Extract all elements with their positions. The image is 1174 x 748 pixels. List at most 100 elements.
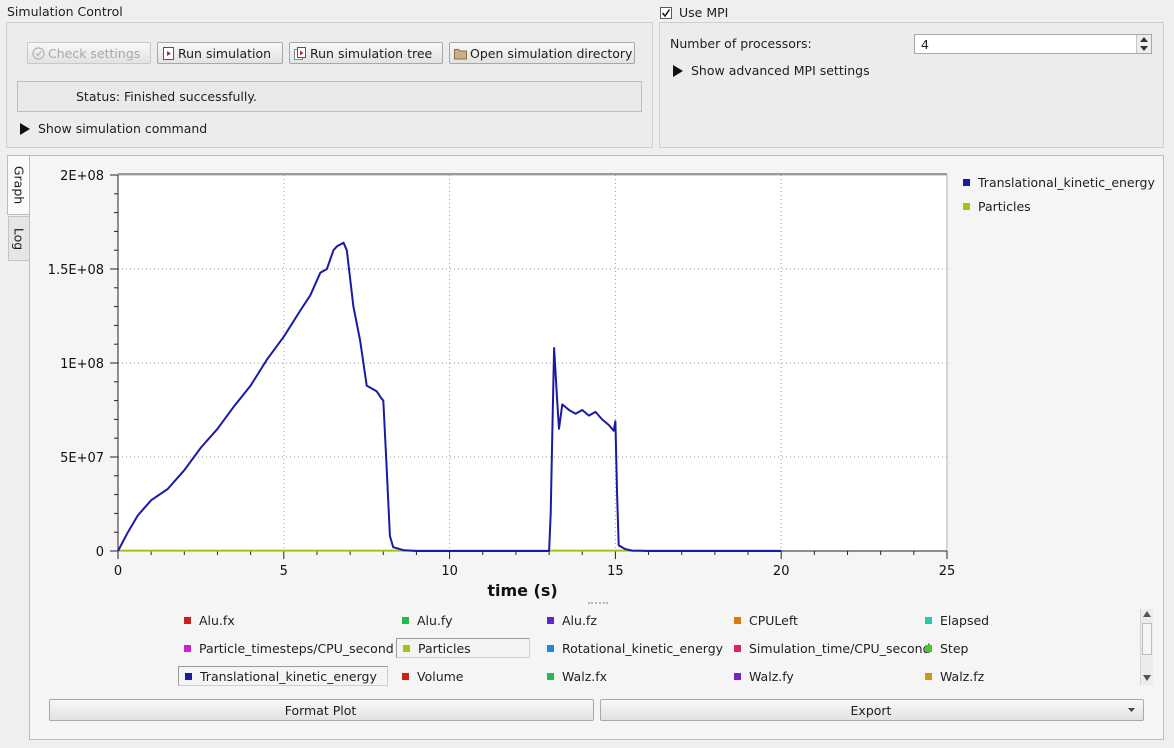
legend-swatch [963, 203, 970, 210]
num-processors-spinbox[interactable]: 4 [914, 34, 1152, 54]
variable-item[interactable]: Volume [396, 666, 470, 686]
variable-item[interactable]: Particles [396, 638, 530, 658]
num-processors-value: 4 [921, 37, 929, 52]
check-settings-label: Check settings [48, 45, 141, 61]
plot-legend-item: Translational_kinetic_energy [963, 175, 1155, 190]
open-directory-label: Open simulation directory [470, 45, 633, 61]
variable-item[interactable]: Walz.fy [728, 666, 800, 686]
tab-graph-label: Graph [11, 165, 27, 205]
legend-label: Translational_kinetic_energy [978, 175, 1155, 190]
y-tick-label: 1E+08 [60, 357, 104, 372]
use-mpi-label: Use MPI [679, 5, 729, 20]
variable-swatch [925, 616, 932, 624]
variable-swatch [925, 644, 932, 652]
plot-legend-item: Particles [963, 199, 1031, 214]
check-mark-icon [661, 8, 671, 17]
variable-label: Walz.fy [749, 668, 794, 684]
export-label: Export [850, 702, 892, 718]
variable-label: Volume [417, 668, 464, 684]
run-simulation-label: Run simulation [178, 45, 272, 61]
export-button[interactable]: Export [600, 699, 1144, 721]
splitter-handle[interactable] [588, 602, 608, 607]
show-command-toggle[interactable]: Show simulation command [20, 121, 207, 136]
variable-swatch [402, 672, 409, 680]
status-text: Status: Finished successfully. [76, 89, 257, 104]
y-tick-label: 2E+08 [60, 169, 104, 184]
variable-item[interactable]: CPULeft [728, 610, 804, 630]
variable-label: Elapsed [940, 612, 990, 628]
variable-label: Alu.fz [562, 612, 597, 628]
mpi-group: Number of processors: 4 Show advanced MP… [659, 22, 1164, 148]
x-tick-label: 25 [939, 564, 956, 579]
variable-item[interactable]: Alu.fz [541, 610, 603, 630]
variable-item[interactable]: Step [919, 638, 974, 658]
variable-label: Walz.fz [940, 668, 985, 684]
y-tick-label: 1.5E+08 [48, 263, 104, 278]
variable-list: Alu.fx Alu.fy Alu.fz CPULeft Elapsed Particle… [178, 608, 1138, 688]
tab-log-label: Log [11, 227, 27, 250]
variable-swatch [184, 616, 191, 624]
variable-list-scrollbar[interactable] [1140, 609, 1153, 685]
variable-swatch [547, 616, 554, 624]
sim-control-title: Simulation Control [7, 4, 123, 19]
expand-arrow-icon [20, 122, 30, 135]
variable-item[interactable]: Elapsed [919, 610, 995, 630]
format-plot-button[interactable]: Format Plot [49, 699, 594, 721]
variable-label: Alu.fx [199, 612, 235, 628]
tab-log[interactable]: Log [8, 216, 29, 261]
variable-label: Particles [418, 640, 471, 656]
dropdown-arrow-icon [1128, 708, 1135, 712]
x-axis-label: time (s) [487, 581, 557, 600]
settings-check-icon [32, 46, 45, 60]
check-settings-button[interactable]: Check settings [27, 42, 151, 64]
variable-item[interactable]: Rotational_kinetic_energy [541, 638, 729, 658]
variable-item[interactable]: Alu.fy [396, 610, 459, 630]
variable-item[interactable]: Walz.fz [919, 666, 990, 686]
variable-swatch [547, 644, 554, 652]
variable-label: Particle_timesteps/CPU_second [199, 640, 394, 656]
show-command-label: Show simulation command [38, 121, 208, 136]
checkbox-box [660, 6, 672, 19]
variable-label: Step [940, 640, 969, 656]
spin-buttons[interactable] [1136, 35, 1151, 53]
variable-swatch [547, 672, 554, 680]
x-tick-label: 20 [773, 564, 790, 579]
variable-swatch [734, 616, 741, 624]
variable-swatch [185, 672, 192, 680]
show-advanced-mpi-toggle[interactable]: Show advanced MPI settings [673, 63, 870, 78]
variable-label: Translational_kinetic_energy [200, 668, 377, 684]
scrollbar-thumb[interactable] [1142, 623, 1152, 655]
variable-label: CPULeft [749, 612, 798, 628]
open-directory-button[interactable]: Open simulation directory [449, 42, 635, 64]
variable-item[interactable]: Walz.fx [541, 666, 613, 686]
spin-up-icon[interactable] [1140, 37, 1148, 42]
legend-label: Particles [978, 199, 1031, 214]
variable-swatch [734, 672, 741, 680]
scroll-down-icon[interactable] [1143, 675, 1151, 681]
sim-control-group: Check settings Run simulation Run simula… [6, 22, 653, 148]
x-tick-label: 5 [280, 564, 288, 579]
folder-icon [454, 48, 467, 59]
run-simulation-tree-button[interactable]: Run simulation tree [289, 42, 443, 64]
use-mpi-checkbox[interactable]: Use MPI [660, 5, 728, 20]
variable-item[interactable]: Particle_timesteps/CPU_second [178, 638, 400, 658]
variable-item[interactable]: Alu.fx [178, 610, 241, 630]
variable-label: Alu.fy [417, 612, 453, 628]
variable-item[interactable]: Translational_kinetic_energy [178, 666, 388, 686]
variable-swatch [925, 672, 932, 680]
num-processors-label: Number of processors: [670, 36, 812, 51]
plot[interactable]: 0 5 10 15 20 25 0 5E+07 1E+08 1.5E+08 2E+08 time (s… [30, 160, 960, 610]
x-tick-label: 0 [114, 564, 122, 579]
tab-graph[interactable]: Graph [7, 155, 30, 215]
run-file-icon [163, 46, 174, 60]
variable-label: Walz.fx [562, 668, 608, 684]
x-tick-label: 10 [441, 564, 458, 579]
variable-label: Simulation_time/CPU_second [749, 640, 931, 656]
variable-item[interactable]: Simulation_time/CPU_second [728, 638, 937, 658]
variable-swatch [734, 644, 741, 652]
spin-down-icon[interactable] [1140, 46, 1148, 51]
scroll-up-icon[interactable] [1143, 611, 1151, 617]
run-simulation-button[interactable]: Run simulation [157, 42, 283, 64]
variable-swatch [184, 644, 191, 652]
status-box: Status: Finished successfully. [17, 81, 642, 112]
